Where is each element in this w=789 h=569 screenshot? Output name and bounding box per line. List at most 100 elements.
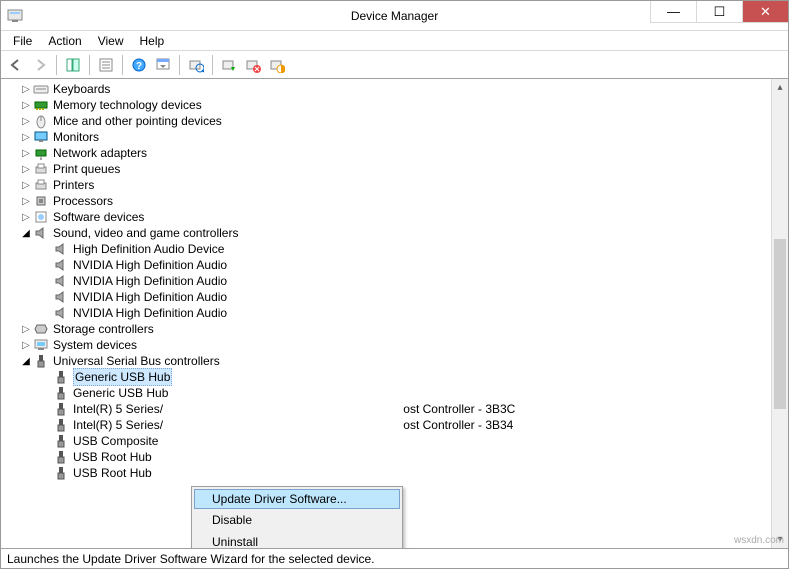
tree-label: USB Root Hub [73,449,152,465]
tree-item-audio-device[interactable]: High Definition Audio Device [1,241,788,257]
expander-icon[interactable]: ▷ [19,100,33,111]
expander-icon[interactable]: ▷ [19,212,33,223]
menu-action[interactable]: Action [40,32,89,50]
tree-label: Universal Serial Bus controllers [53,353,220,369]
tree-item-usb-root-hub[interactable]: USB Root Hub [1,465,788,481]
expander-icon[interactable]: ◢ [19,356,33,367]
toolbar-separator [212,55,213,75]
tree-item-generic-usb-hub[interactable]: Generic USB Hub [1,369,788,385]
help-button[interactable]: ? [128,54,150,76]
tree-item-usb-composite[interactable]: USB Composite [1,433,788,449]
tree-item-swdevices[interactable]: ▷ Software devices [1,209,788,225]
minimize-button[interactable]: — [650,1,696,23]
tree-item-mice[interactable]: ▷ Mice and other pointing devices [1,113,788,129]
forward-button[interactable] [29,54,51,76]
usb-icon [53,385,69,401]
tree-label: NVIDIA High Definition Audio [73,273,227,289]
speaker-icon [53,273,69,289]
tree-label: Intel(R) 5 Series/______________________… [73,401,515,417]
monitor-icon [33,129,49,145]
tree-item-memtech[interactable]: ▷ Memory technology devices [1,97,788,113]
tree-label: Processors [53,193,113,209]
expander-icon[interactable]: ◢ [19,228,33,239]
svg-text:?: ? [136,61,142,72]
expander-icon[interactable]: ▷ [19,324,33,335]
tree-label: Monitors [53,129,99,145]
properties-button[interactable] [95,54,117,76]
context-menu: Update Driver Software... Disable Uninst… [191,486,403,549]
tree-item-audio-device[interactable]: NVIDIA High Definition Audio [1,305,788,321]
expander-icon[interactable]: ▷ [19,116,33,127]
status-text: Launches the Update Driver Software Wiza… [7,552,375,566]
ctx-update-driver[interactable]: Update Driver Software... [194,489,400,509]
vertical-scrollbar[interactable]: ▴ ▾ [771,79,788,548]
speaker-icon [53,241,69,257]
expander-icon[interactable]: ▷ [19,180,33,191]
ctx-uninstall[interactable]: Uninstall [194,531,400,549]
tree-item-sound[interactable]: ◢ Sound, video and game controllers [1,225,788,241]
tree-item-printqueues[interactable]: ▷ Print queues [1,161,788,177]
tree-label: Storage controllers [53,321,154,337]
tree-item-network[interactable]: ▷ Network adapters [1,145,788,161]
tree-item-usb[interactable]: ◢ Universal Serial Bus controllers [1,353,788,369]
uninstall-button[interactable] [242,54,264,76]
usb-icon [53,465,69,481]
speaker-icon [53,257,69,273]
close-button[interactable]: ✕ [742,1,788,23]
network-icon [33,145,49,161]
tree-item-audio-device[interactable]: NVIDIA High Definition Audio [1,257,788,273]
toolbar: ? [1,51,788,79]
expander-icon[interactable]: ▷ [19,84,33,95]
tree-label: Printers [53,177,94,193]
scrollbar-thumb[interactable] [774,239,786,409]
back-button[interactable] [5,54,27,76]
expander-icon[interactable]: ▷ [19,132,33,143]
tree-item-generic-usb-hub[interactable]: Generic USB Hub [1,385,788,401]
disable-button[interactable] [266,54,288,76]
scroll-up-arrow-icon[interactable]: ▴ [772,79,788,96]
tree-item-monitors[interactable]: ▷ Monitors [1,129,788,145]
action-dropdown-button[interactable] [152,54,174,76]
tree-item-audio-device[interactable]: NVIDIA High Definition Audio [1,273,788,289]
expander-icon[interactable]: ▷ [19,164,33,175]
tree-item-intel-usb-controller[interactable]: Intel(R) 5 Series/______________________… [1,417,788,433]
scan-hardware-button[interactable] [185,54,207,76]
storage-icon [33,321,49,337]
tree-label: NVIDIA High Definition Audio [73,305,227,321]
tree-label: Print queues [53,161,120,177]
tree-item-keyboards[interactable]: ▷ Keyboards [1,81,788,97]
tree-label: USB Composite [73,433,158,449]
menu-view[interactable]: View [90,32,132,50]
expander-icon[interactable]: ▷ [19,148,33,159]
tree-item-audio-device[interactable]: NVIDIA High Definition Audio [1,289,788,305]
menu-file[interactable]: File [5,32,40,50]
usb-icon [53,369,69,385]
update-driver-button[interactable] [218,54,240,76]
show-hide-tree-button[interactable] [62,54,84,76]
speaker-icon [33,225,49,241]
memory-icon [33,97,49,113]
expander-icon[interactable]: ▷ [19,340,33,351]
tree-item-printers[interactable]: ▷ Printers [1,177,788,193]
device-tree[interactable]: ▷ Keyboards ▷ Memory technology devices … [1,79,788,548]
computer-icon [33,337,49,353]
keyboard-icon [33,81,49,97]
tree-item-intel-usb-controller[interactable]: Intel(R) 5 Series/______________________… [1,401,788,417]
maximize-button[interactable]: ☐ [696,1,742,23]
tree-item-usb-root-hub[interactable]: USB Root Hub [1,449,788,465]
tree-label: Network adapters [53,145,147,161]
tree-item-storage[interactable]: ▷ Storage controllers [1,321,788,337]
printer-icon [33,177,49,193]
tree-item-sysdev[interactable]: ▷ System devices [1,337,788,353]
tree-label: Keyboards [53,81,110,97]
toolbar-separator [122,55,123,75]
toolbar-separator [56,55,57,75]
watermark: wsxdn.com [734,535,784,546]
tree-label: USB Root Hub [73,465,152,481]
menu-help[interactable]: Help [132,32,173,50]
expander-icon[interactable]: ▷ [19,196,33,207]
tree-label: High Definition Audio Device [73,241,224,257]
tree-item-processors[interactable]: ▷ Processors [1,193,788,209]
menu-bar: File Action View Help [1,31,788,51]
ctx-disable[interactable]: Disable [194,509,400,531]
